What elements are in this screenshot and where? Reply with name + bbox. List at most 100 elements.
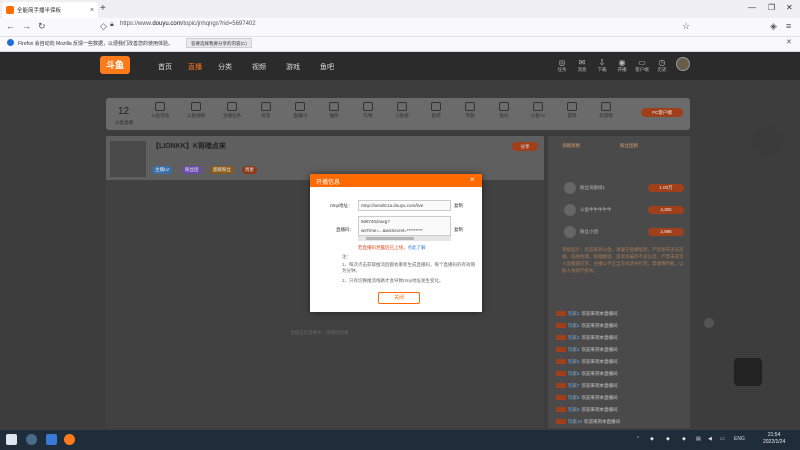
category-item[interactable]: 鱼丸 [492,102,516,119]
rank-row[interactable]: 粉丝贡献榜1 1.00万 [556,180,686,198]
field-scrollbar[interactable] [358,236,451,241]
broadcast-icon[interactable]: ◉ 开播 [614,58,630,73]
forward-icon[interactable]: → [22,21,31,31]
pc-client-button[interactable]: PC客户端 [641,108,683,117]
stream-code-field[interactable]: 5697402raxg?wsTime=...&wsSecret=********… [358,216,451,236]
shield-icon[interactable]: ◇ [100,21,107,32]
close-icon[interactable]: × [470,175,475,184]
activity-float-badge[interactable] [752,126,782,156]
start-icon[interactable] [6,434,17,445]
category-item[interactable]: 抽奖 [322,102,346,119]
site-logo[interactable]: 斗鱼 [100,56,130,74]
keyboard-icon[interactable]: ▭ [720,436,725,442]
network-icon[interactable]: ▤ [696,436,701,442]
copy-rtmp-button[interactable]: 复制 [454,203,463,209]
room-tag[interactable]: 主播LV [152,166,173,174]
taskbar-clock[interactable]: 21:54 2022/1/24 [763,432,785,446]
rank-row[interactable]: 粉丝小团 2,986 [556,224,686,242]
category-item[interactable]: 斗鱼活动 [148,102,172,119]
category-item[interactable]: 斗鱼视频 [184,102,208,119]
nav-live[interactable]: 直播 [188,62,202,72]
chat-text: 欢迎来到本直播间 [581,311,618,316]
close-window-icon[interactable]: ✕ [786,3,793,12]
learn-more-link[interactable]: 点此了解 [408,245,426,250]
task-icon[interactable]: ◎ 任务 [554,58,570,73]
close-tab-icon[interactable]: × [90,7,94,14]
category-item[interactable]: 礼物 [356,102,380,119]
category-item[interactable]: 好友 [254,102,278,119]
tray-app-icon[interactable]: ◆ [682,436,686,442]
streamer-avatar[interactable] [110,141,146,177]
chat-user[interactable]: 玩家3 [568,335,580,340]
room-tag[interactable]: 超级粉丝 [210,166,234,174]
activity-icon [155,102,165,111]
new-tab-icon[interactable]: + [100,3,106,14]
chat-user[interactable]: 玩家1 [568,311,580,316]
search-icon[interactable] [26,434,37,445]
player-status-text: 主播正在直播中，请稍后观看 [290,330,349,335]
share-button[interactable]: 分享 [512,142,538,151]
nav-fishbar[interactable]: 鱼吧 [320,62,334,72]
reload-icon[interactable]: ↻ [38,21,46,32]
address-bar[interactable]: https://www.douyu.com/topic/jnhqngs?rid=… [120,21,256,27]
category-item[interactable]: 斗鱼TV [526,102,550,119]
user-avatar[interactable] [676,57,690,71]
category-item[interactable]: 斗鱼榜 [390,102,414,119]
category-label: 主播任务 [223,113,241,118]
lock-icon[interactable]: 🔒︎ [110,21,114,29]
copy-code-button[interactable]: 复制 [454,227,463,233]
category-item[interactable]: 主播任务 [220,102,244,119]
category-item[interactable]: 云游戏 [594,102,618,119]
close-notification-icon[interactable]: ✕ [786,38,792,46]
rank-name: 斗鱼牛牛牛牛牛 [580,207,612,212]
menu-icon[interactable]: ≡ [786,21,791,31]
chat-user[interactable]: 玩家5 [568,359,580,364]
category-item[interactable]: 游戏 [560,102,584,119]
tray-chevron-icon[interactable]: ⌃ [636,436,640,442]
rtmp-address-field[interactable]: rtmp://sendtc1a.douyu.com/live [358,200,451,211]
scrollbar-thumb[interactable] [366,237,414,240]
input-language[interactable]: ENG [734,436,745,442]
chat-user[interactable]: 玩家10 [568,419,582,424]
maximize-icon[interactable]: ❐ [768,3,775,12]
chat-tab-fans[interactable]: 粉丝团榜 [620,142,750,150]
bookmark-star-icon[interactable]: ☆ [682,21,690,32]
nav-game[interactable]: 游戏 [286,62,300,72]
category-item[interactable]: 直播间 [288,102,312,119]
pocket-icon[interactable]: ◈ [770,21,777,32]
room-tag[interactable]: 周星 [242,166,257,174]
category-item[interactable]: 鱼吧 [424,102,448,119]
close-dialog-button[interactable]: 关闭 [378,292,420,304]
event-float-badge[interactable] [734,358,762,386]
nav-category[interactable]: 分类 [218,62,232,72]
nav-home[interactable]: 首页 [158,62,172,72]
firefox-icon[interactable] [64,434,75,445]
category-item[interactable]: 专题 [458,102,482,119]
tray-app-icon[interactable]: ◆ [650,436,654,442]
message-icon[interactable]: ✉ 消息 [574,58,590,73]
rank-row[interactable]: 斗鱼牛牛牛牛牛 4,305 [556,202,686,220]
volume-icon[interactable]: ◀︎ [708,436,712,442]
back-icon[interactable]: ← [6,21,15,31]
notification-choose-button[interactable]: 答要选择我要分享的内容(C) [186,38,252,48]
chat-user[interactable]: 玩家7 [568,383,580,388]
level-badge [556,371,566,377]
chat-user[interactable]: 玩家4 [568,347,580,352]
nav-video[interactable]: 视频 [252,62,266,72]
chat-message: 玩家9 欢迎来到本直播间 [556,406,686,414]
chat-user[interactable]: 玩家8 [568,395,580,400]
minimize-icon[interactable]: — [748,3,756,12]
chat-user[interactable]: 玩家2 [568,323,580,328]
float-dot[interactable] [704,318,714,328]
client-icon[interactable]: ▭ 客户端 [634,58,650,73]
browser-tab[interactable]: 全能简手播半保板 × [2,2,98,18]
history-icon[interactable]: ◷ 历史 [654,58,670,73]
download-icon[interactable]: ⇩ 下载 [594,58,610,73]
room-tag[interactable]: 粉丝团 [182,166,202,174]
file-explorer-icon[interactable] [46,434,57,445]
category-label: 专题 [465,113,475,118]
rank-icon [397,102,407,111]
chat-user[interactable]: 玩家6 [568,371,580,376]
tray-app-icon[interactable]: ◆ [666,436,670,442]
chat-user[interactable]: 玩家9 [568,407,580,412]
